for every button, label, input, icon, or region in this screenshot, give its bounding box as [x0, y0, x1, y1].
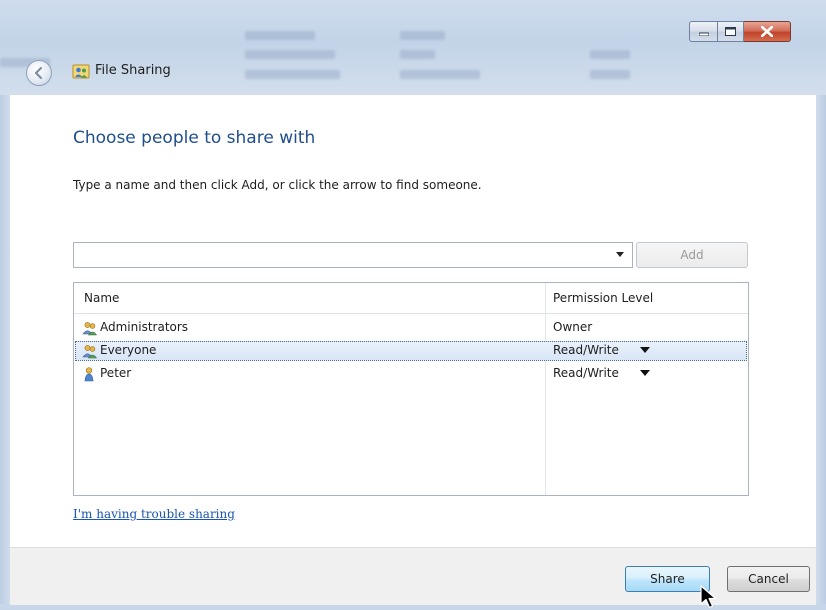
file-sharing-icon	[72, 64, 90, 79]
list-item-name: Peter	[100, 366, 132, 380]
instruction-text: Type a name and then click Add, or click…	[73, 178, 482, 192]
close-icon	[761, 26, 773, 37]
minimize-icon	[698, 32, 709, 36]
list-item-peter[interactable]: Peter Read/Write	[75, 364, 747, 384]
column-divider	[545, 283, 546, 495]
background-blur	[245, 31, 315, 40]
name-input[interactable]	[78, 246, 602, 266]
window-border-left	[0, 95, 10, 610]
people-list[interactable]: Name Permission Level Administrators Own…	[73, 282, 749, 496]
maximize-button[interactable]	[718, 21, 744, 42]
column-header-permission[interactable]: Permission Level	[553, 291, 653, 305]
minimize-button[interactable]	[689, 21, 718, 42]
list-item-name: Everyone	[100, 343, 157, 357]
list-item-name: Administrators	[100, 320, 189, 334]
close-button[interactable]	[744, 21, 791, 42]
background-blur	[245, 70, 340, 79]
chevron-down-icon[interactable]	[640, 347, 650, 353]
background-blur	[590, 70, 630, 79]
back-button[interactable]	[26, 60, 52, 86]
name-combobox[interactable]	[73, 242, 633, 268]
window-border-right	[816, 95, 826, 610]
maximize-icon	[725, 27, 736, 36]
background-blur	[400, 50, 435, 59]
list-header: Name Permission Level	[74, 283, 748, 314]
background-blur	[245, 50, 335, 59]
back-arrow-icon	[34, 66, 43, 80]
list-item-administrators[interactable]: Administrators Owner	[75, 318, 747, 338]
page-heading: Choose people to share with	[73, 128, 316, 148]
window-controls	[689, 21, 791, 42]
window-title: File Sharing	[95, 63, 171, 78]
dropdown-arrow-icon[interactable]	[616, 252, 624, 257]
mouse-cursor-icon	[700, 585, 717, 609]
permission-dropdown[interactable]: Read/Write	[553, 366, 619, 380]
group-users-icon	[82, 322, 98, 336]
background-blur	[400, 70, 480, 79]
group-users-icon	[82, 345, 98, 359]
background-blur	[590, 50, 630, 59]
background-blur	[400, 31, 445, 40]
list-item-everyone[interactable]: Everyone Read/Write	[75, 341, 747, 361]
cancel-button[interactable]: Cancel	[727, 566, 810, 592]
window-titlebar	[0, 0, 826, 95]
add-button[interactable]: Add	[636, 242, 748, 268]
chevron-down-icon[interactable]	[640, 370, 650, 376]
share-button[interactable]: Share	[625, 566, 710, 592]
permission-dropdown[interactable]: Read/Write	[553, 343, 619, 357]
permission-level: Owner	[553, 320, 593, 334]
help-link[interactable]: I'm having trouble sharing	[73, 507, 235, 521]
single-user-icon	[84, 367, 94, 382]
column-header-name[interactable]: Name	[84, 291, 119, 305]
